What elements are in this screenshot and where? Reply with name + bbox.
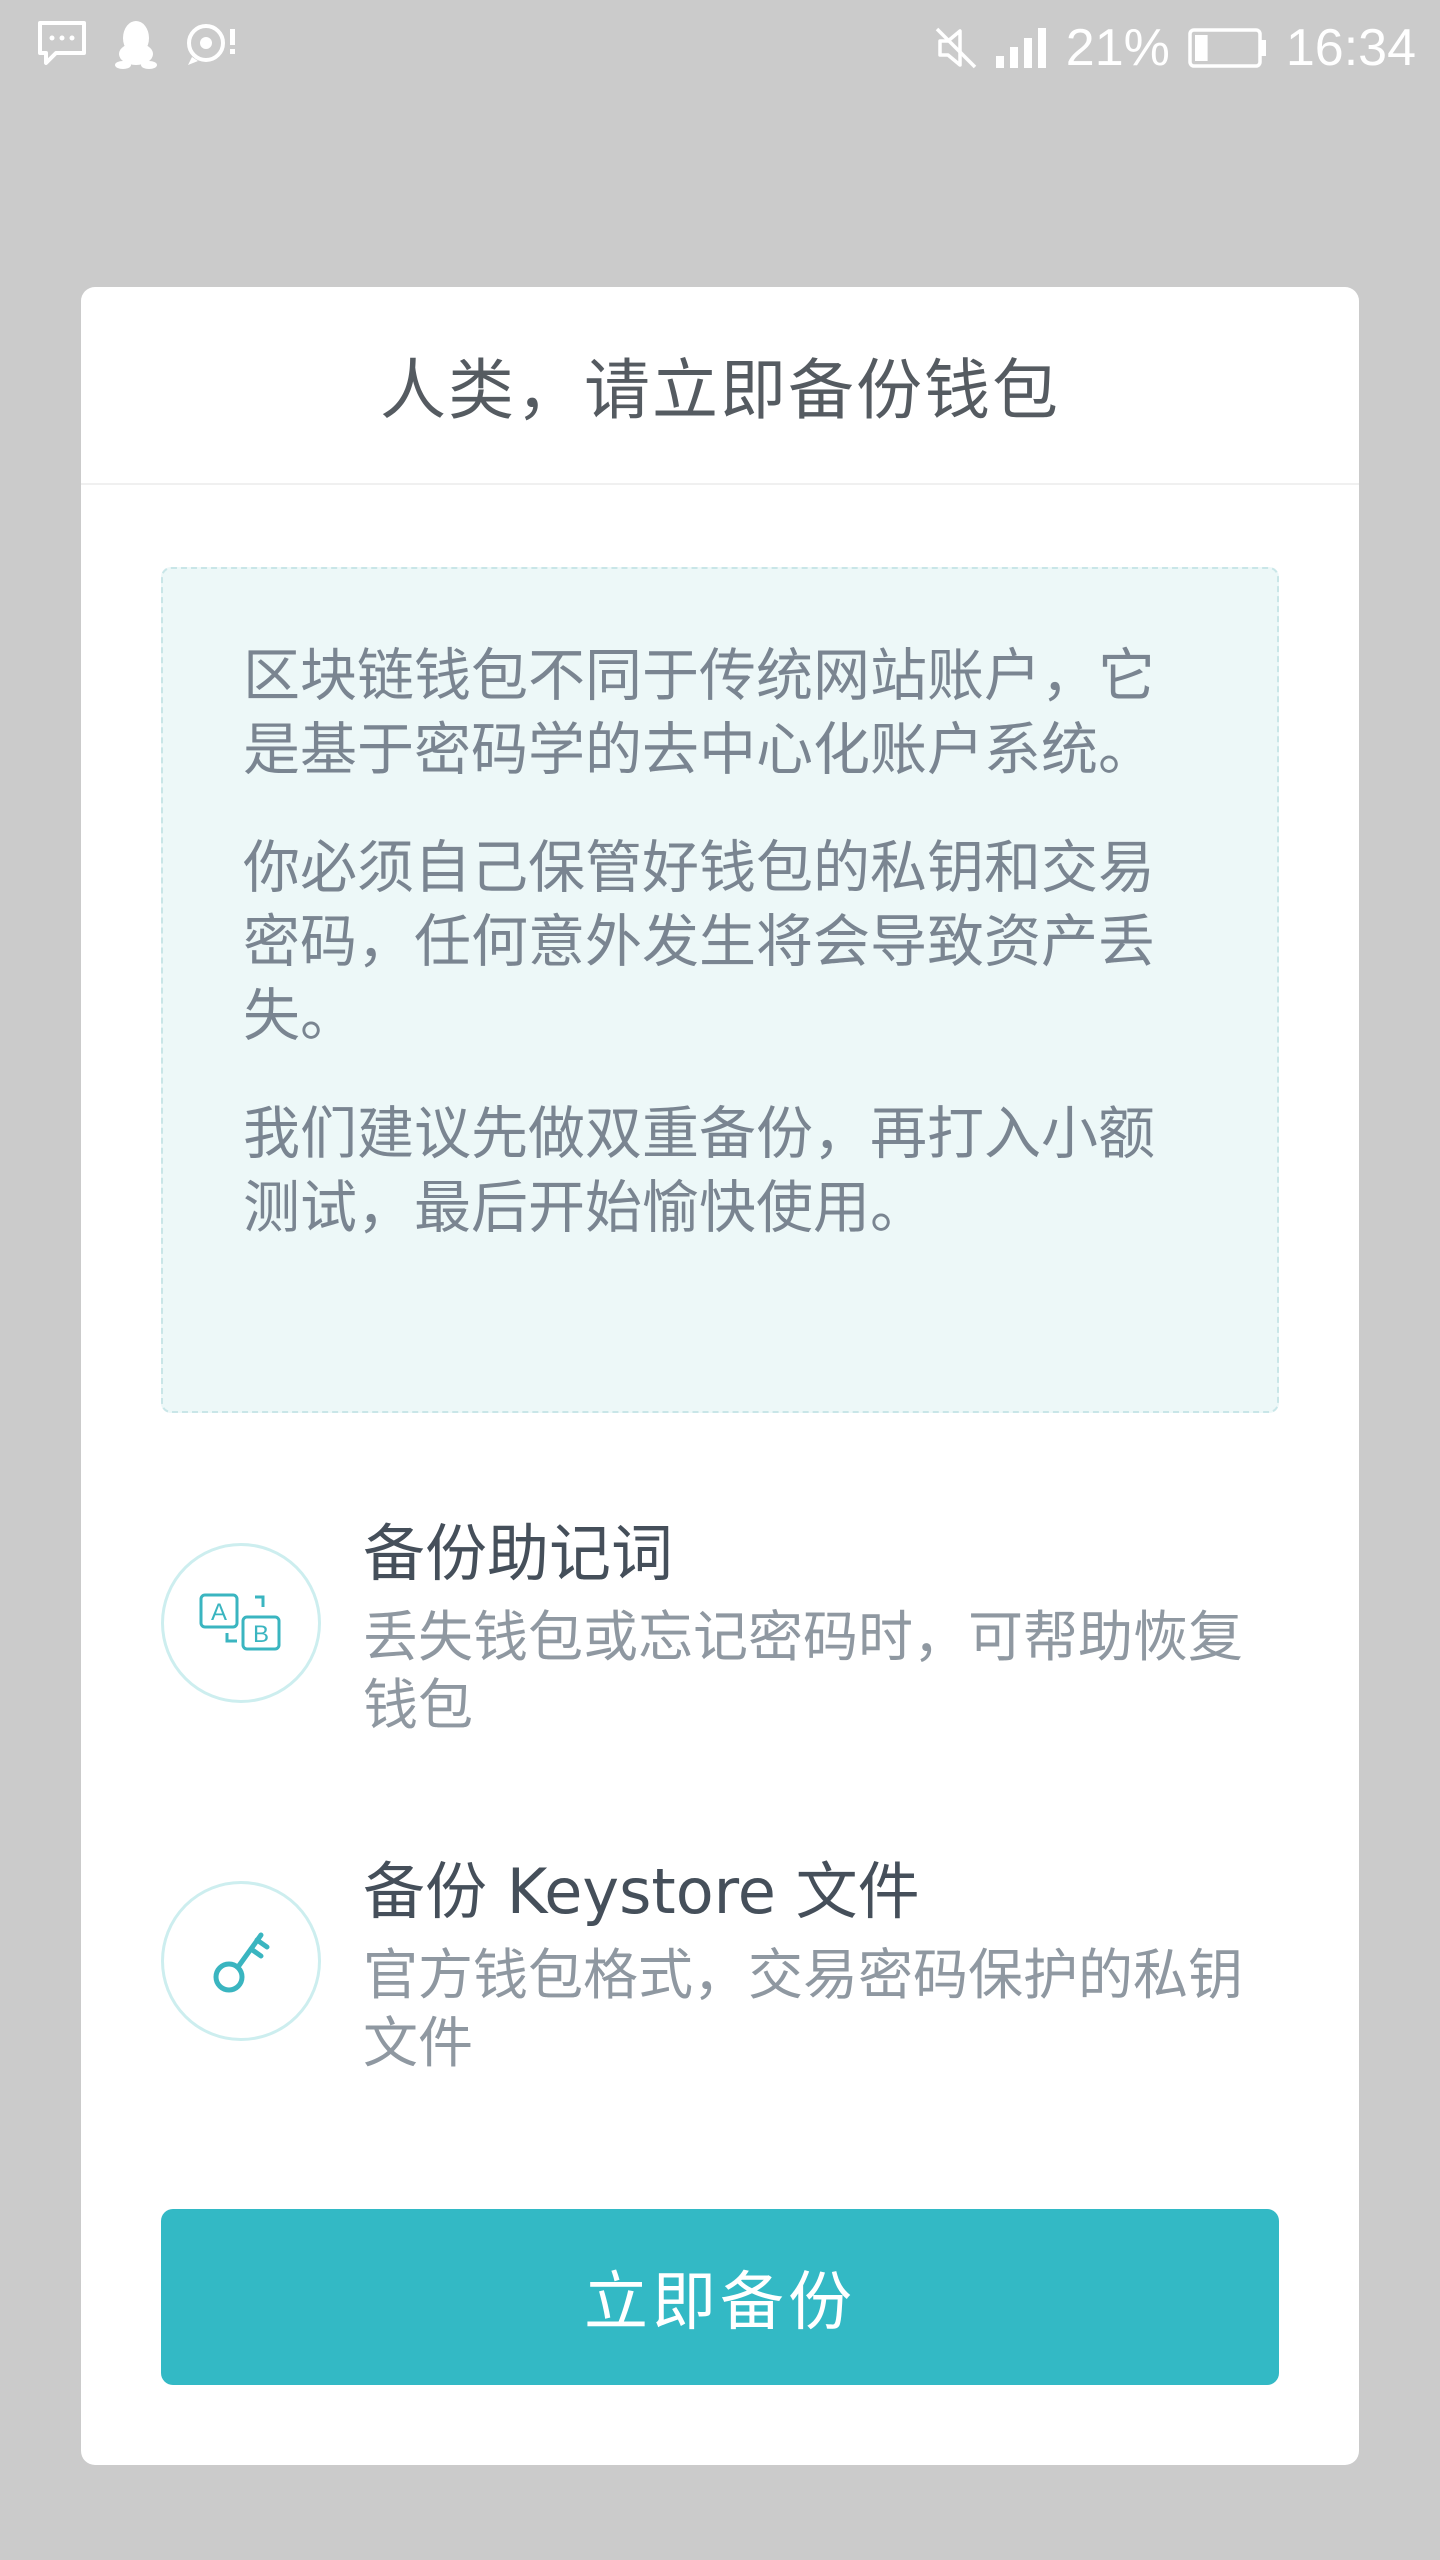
info-paragraph: 区块链钱包不同于传统网站账户，它是基于密码学的去中心化账户系统。: [243, 643, 1155, 783]
battery-percent: 21%: [1065, 19, 1170, 77]
dialog-title: 人类，请立即备份钱包: [81, 287, 1359, 485]
status-bar-system: 21% 16:34: [934, 10, 1416, 86]
backup-wallet-dialog: 人类，请立即备份钱包 区块链钱包不同于传统网站账户，它是基于密码学的去中心化账户…: [81, 287, 1359, 2465]
svg-text:B: B: [253, 1621, 269, 1648]
option-description: 丢失钱包或忘记密码时，可帮助恢复钱包: [363, 1605, 1244, 1737]
info-box: 区块链钱包不同于传统网站账户，它是基于密码学的去中心化账户系统。 你必须自己保管…: [161, 567, 1279, 1413]
mnemonic-ab-icon: A B: [161, 1543, 321, 1703]
status-bar: 21% 16:34: [0, 0, 1440, 96]
option-title: 备份 Keystore 文件: [363, 1855, 920, 1928]
message-notification-icon: [184, 19, 240, 69]
mute-icon: [934, 25, 978, 71]
qq-penguin-icon: [114, 18, 158, 70]
clock: 16:34: [1285, 19, 1416, 77]
option-description: 官方钱包格式，交易密码保护的私钥文件: [363, 1943, 1244, 2075]
chat-bubble-icon: [36, 19, 88, 69]
status-bar-notifications: [36, 18, 240, 70]
battery-icon: [1188, 28, 1268, 68]
signal-icon: [995, 28, 1048, 68]
info-paragraph: 我们建议先做双重备份，再打入小额测试，最后开始愉快使用。: [243, 1101, 1155, 1241]
svg-text:A: A: [211, 1599, 227, 1626]
option-title: 备份助记词: [363, 1517, 674, 1590]
info-paragraph: 你必须自己保管好钱包的私钥和交易密码，任何意外发生将会导致资产丢失。: [243, 835, 1155, 1049]
battery-fill: [1194, 35, 1208, 61]
backup-now-button[interactable]: 立即备份: [161, 2209, 1279, 2385]
key-icon: [161, 1881, 321, 2041]
